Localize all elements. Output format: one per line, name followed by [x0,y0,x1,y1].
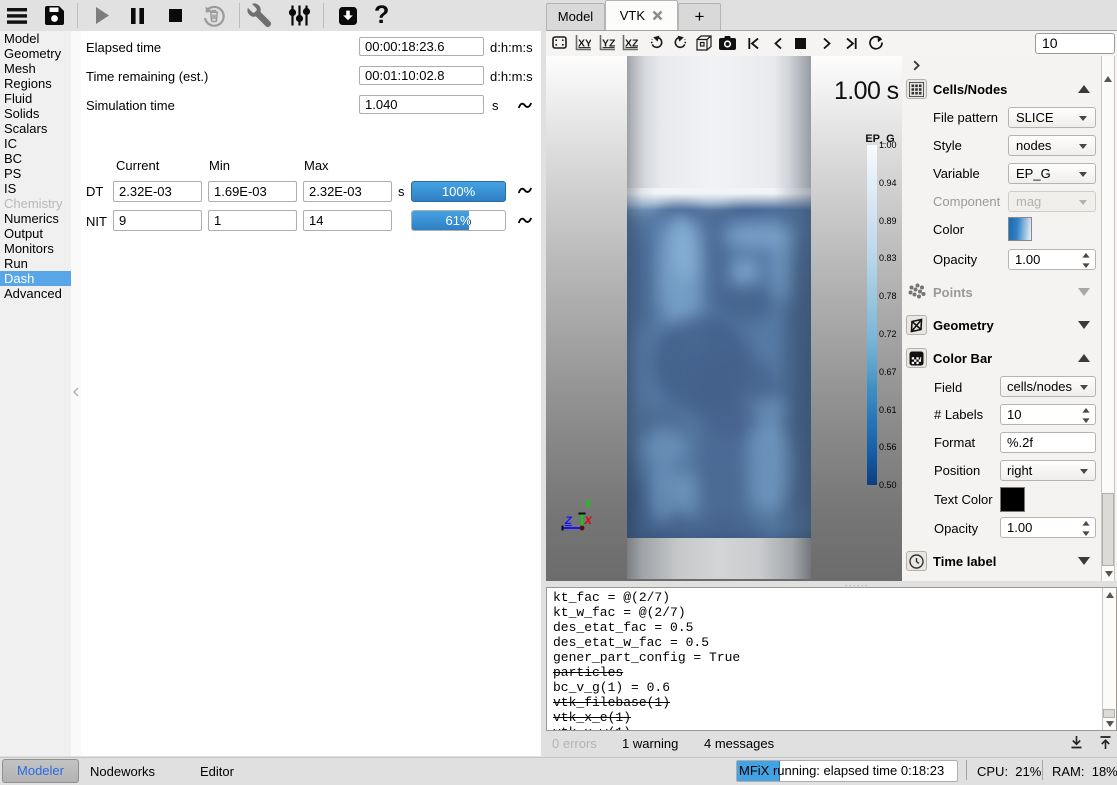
svg-text:Z: Z [564,515,573,527]
svg-text:YZ: YZ [602,38,615,50]
svg-text:XY: XY [578,38,591,50]
svg-text:X: X [584,515,593,527]
svg-text:Y: Y [585,499,594,511]
svg-text:XZ: XZ [625,38,638,50]
